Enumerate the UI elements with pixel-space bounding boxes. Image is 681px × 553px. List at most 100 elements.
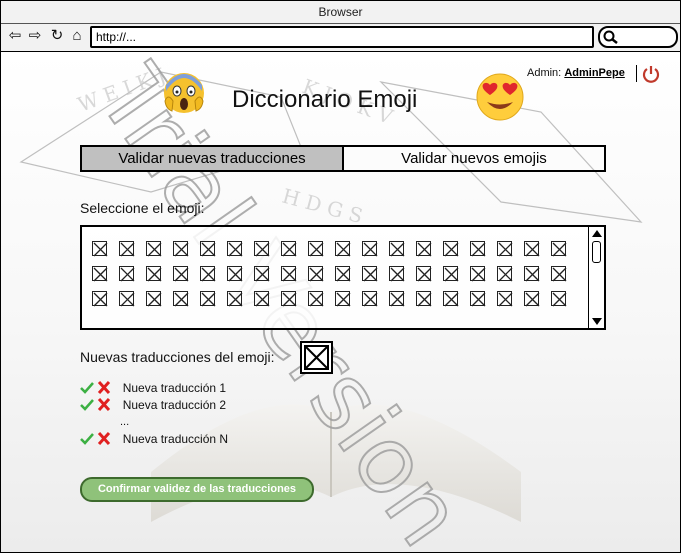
translation-item: Nueva traducción 1	[80, 381, 226, 395]
emoji-cell[interactable]	[173, 266, 189, 282]
app-title: Diccionario Emoji	[232, 86, 418, 113]
browser-window: Browser ⇦ ⇨ ↻ ⌂ http://... W E I K J K J…	[0, 0, 681, 553]
reload-icon[interactable]: ↻	[49, 27, 65, 45]
translation-text: Nueva traducción 2	[122, 398, 227, 412]
emoji-cell[interactable]	[146, 241, 162, 257]
emoji-cell[interactable]	[362, 291, 378, 307]
emoji-cell[interactable]	[497, 266, 513, 282]
svg-text:H D G S: H D G S	[280, 184, 366, 228]
admin-info: Admin: AdminPepe	[527, 67, 625, 79]
emoji-cell[interactable]	[497, 291, 513, 307]
translations-ellipsis: ...	[120, 416, 130, 428]
scroll-down-icon[interactable]	[592, 318, 602, 325]
emoji-cell[interactable]	[200, 241, 216, 257]
emoji-cell[interactable]	[551, 241, 567, 257]
browser-toolbar: ⇦ ⇨ ↻ ⌂ http://...	[1, 24, 680, 52]
emoji-cell[interactable]	[416, 266, 432, 282]
scroll-up-icon[interactable]	[592, 230, 602, 237]
accept-check-icon[interactable]	[80, 381, 94, 394]
back-icon[interactable]: ⇦	[7, 27, 23, 45]
heart-eyes-emoji	[476, 73, 524, 121]
emoji-cell[interactable]	[470, 241, 486, 257]
emoji-cell[interactable]	[227, 291, 243, 307]
browser-title: Browser	[1, 1, 680, 24]
search-icon	[603, 30, 618, 44]
emoji-cell[interactable]	[308, 291, 324, 307]
emoji-cell[interactable]	[281, 266, 297, 282]
emoji-cell[interactable]	[524, 266, 540, 282]
emoji-cell[interactable]	[389, 241, 405, 257]
emoji-cell[interactable]	[443, 266, 459, 282]
translation-text: Nueva traducción N	[122, 432, 229, 446]
emoji-cell[interactable]	[119, 266, 135, 282]
emoji-cell[interactable]	[497, 241, 513, 257]
translations-label: Nuevas traducciones del emoji:	[80, 349, 275, 365]
confirm-button[interactable]: Confirmar validez de las traducciones	[80, 477, 314, 502]
page-content: W E I K J K J O K V H D G S Trial Versio…	[1, 52, 680, 552]
emoji-cell[interactable]	[362, 266, 378, 282]
emoji-cell[interactable]	[173, 291, 189, 307]
accept-check-icon[interactable]	[80, 398, 94, 411]
admin-prefix: Admin:	[527, 67, 562, 79]
emoji-cell[interactable]	[416, 291, 432, 307]
emoji-cell[interactable]	[335, 266, 351, 282]
tab-validar-traducciones[interactable]: Validar nuevas traducciones	[82, 147, 344, 170]
emoji-picker	[80, 225, 606, 330]
emoji-scrollbar[interactable]	[588, 227, 604, 328]
admin-separator	[636, 65, 637, 82]
screaming-face-emoji	[164, 73, 204, 113]
emoji-cell[interactable]	[335, 241, 351, 257]
emoji-cell[interactable]	[173, 241, 189, 257]
reject-x-icon[interactable]	[97, 432, 111, 445]
svg-text:W E I K J: W E I K J	[75, 63, 169, 117]
emoji-cell[interactable]	[524, 241, 540, 257]
emoji-cell[interactable]	[524, 291, 540, 307]
tab-bar: Validar nuevas traducciones Validar nuev…	[80, 145, 606, 172]
url-bar[interactable]: http://...	[90, 26, 594, 48]
emoji-cell[interactable]	[92, 241, 108, 257]
emoji-cell[interactable]	[92, 291, 108, 307]
emoji-cell[interactable]	[281, 241, 297, 257]
emoji-cell[interactable]	[146, 291, 162, 307]
emoji-cell[interactable]	[551, 291, 567, 307]
emoji-cell[interactable]	[470, 266, 486, 282]
emoji-cell[interactable]	[389, 291, 405, 307]
emoji-cell[interactable]	[443, 291, 459, 307]
emoji-cell[interactable]	[470, 291, 486, 307]
translation-text: Nueva traducción 1	[122, 381, 227, 395]
browser-search[interactable]	[598, 26, 678, 48]
emoji-cell[interactable]	[254, 241, 270, 257]
reject-x-icon[interactable]	[97, 398, 111, 411]
forward-icon[interactable]: ⇨	[27, 27, 43, 45]
translation-item: Nueva traducción N	[80, 432, 228, 446]
power-icon[interactable]	[642, 65, 660, 83]
accept-check-icon[interactable]	[80, 432, 94, 445]
scroll-thumb[interactable]	[592, 241, 601, 263]
emoji-cell[interactable]	[254, 266, 270, 282]
emoji-cell[interactable]	[227, 266, 243, 282]
emoji-cell[interactable]	[335, 291, 351, 307]
emoji-cell[interactable]	[362, 241, 378, 257]
emoji-cell[interactable]	[389, 266, 405, 282]
home-icon[interactable]: ⌂	[69, 27, 85, 45]
emoji-cell[interactable]	[119, 291, 135, 307]
admin-username-link[interactable]: AdminPepe	[564, 67, 625, 79]
tab-validar-emojis[interactable]: Validar nuevos emojis	[344, 147, 604, 170]
emoji-cell[interactable]	[443, 241, 459, 257]
emoji-cell[interactable]	[308, 241, 324, 257]
emoji-cell[interactable]	[227, 241, 243, 257]
emoji-cell[interactable]	[416, 241, 432, 257]
emoji-cell[interactable]	[551, 266, 567, 282]
image-placeholder-icon	[304, 345, 329, 370]
emoji-cell[interactable]	[281, 291, 297, 307]
emoji-cell[interactable]	[200, 291, 216, 307]
reject-x-icon[interactable]	[97, 381, 111, 394]
emoji-cell[interactable]	[92, 266, 108, 282]
emoji-cell[interactable]	[200, 266, 216, 282]
emoji-cell[interactable]	[146, 266, 162, 282]
emoji-cell[interactable]	[254, 291, 270, 307]
emoji-cell[interactable]	[119, 241, 135, 257]
emoji-cell[interactable]	[308, 266, 324, 282]
emoji-picker-label: Seleccione el emoji:	[80, 200, 205, 216]
translation-item: Nueva traducción 2	[80, 398, 226, 412]
